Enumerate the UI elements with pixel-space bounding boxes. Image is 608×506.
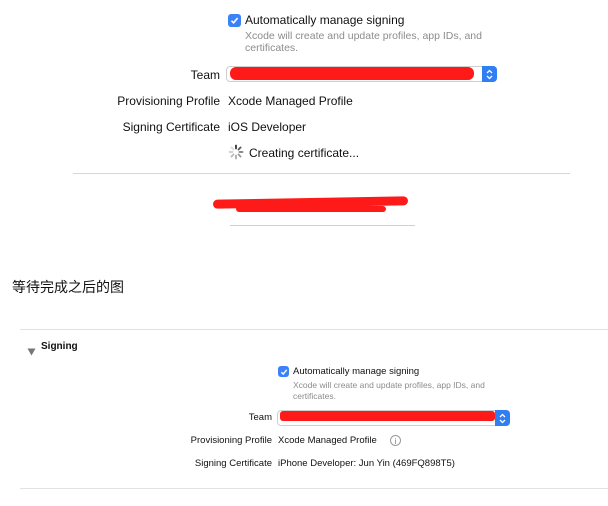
bottom-dropdown-stepper-icon: [495, 410, 510, 426]
section-top-divider: [20, 329, 608, 330]
dropdown-stepper-icon: [482, 66, 497, 82]
bottom-auto-signing-description-2: certificates.: [293, 391, 336, 401]
provisioning-profile-label: Provisioning Profile: [117, 94, 220, 108]
redaction-mark-2: [236, 206, 386, 212]
section-title[interactable]: Signing: [41, 341, 78, 352]
bottom-team-redaction: [280, 411, 495, 421]
auto-signing-checkbox[interactable]: [228, 14, 241, 27]
info-icon[interactable]: i: [390, 435, 401, 446]
team-label: Team: [190, 68, 220, 82]
bottom-team-label: Team: [248, 412, 272, 423]
auto-signing-label: Automatically manage signing: [245, 13, 405, 27]
bottom-provisioning-profile-label: Provisioning Profile: [190, 435, 272, 446]
bottom-auto-signing-checkbox[interactable]: [278, 366, 289, 377]
caption-text: 等待完成之后的图: [12, 280, 124, 296]
signing-certificate-label: Signing Certificate: [122, 120, 220, 134]
top-divider: [73, 173, 570, 174]
team-redaction: [230, 67, 474, 80]
provisioning-profile-value: Xcode Managed Profile: [228, 94, 353, 108]
bottom-auto-signing-description: Xcode will create and update profiles, a…: [293, 380, 485, 390]
bottom-signing-certificate-value: iPhone Developer: Jun Yin (469FQ898T5): [278, 458, 455, 469]
section-disclosure-icon[interactable]: [27, 343, 36, 361]
bottom-provisioning-profile-value: Xcode Managed Profile: [278, 435, 377, 446]
section-bottom-divider: [20, 488, 608, 489]
status-text: Creating certificate...: [249, 146, 360, 160]
auto-signing-description-2: certificates.: [245, 42, 299, 54]
bottom-auto-signing-label: Automatically manage signing: [293, 366, 420, 377]
signing-certificate-value: iOS Developer: [228, 120, 307, 134]
bottom-signing-certificate-label: Signing Certificate: [194, 458, 272, 469]
spinner-icon: [228, 144, 244, 160]
short-divider: [230, 225, 415, 226]
auto-signing-description: Xcode will create and update profiles, a…: [245, 30, 482, 42]
